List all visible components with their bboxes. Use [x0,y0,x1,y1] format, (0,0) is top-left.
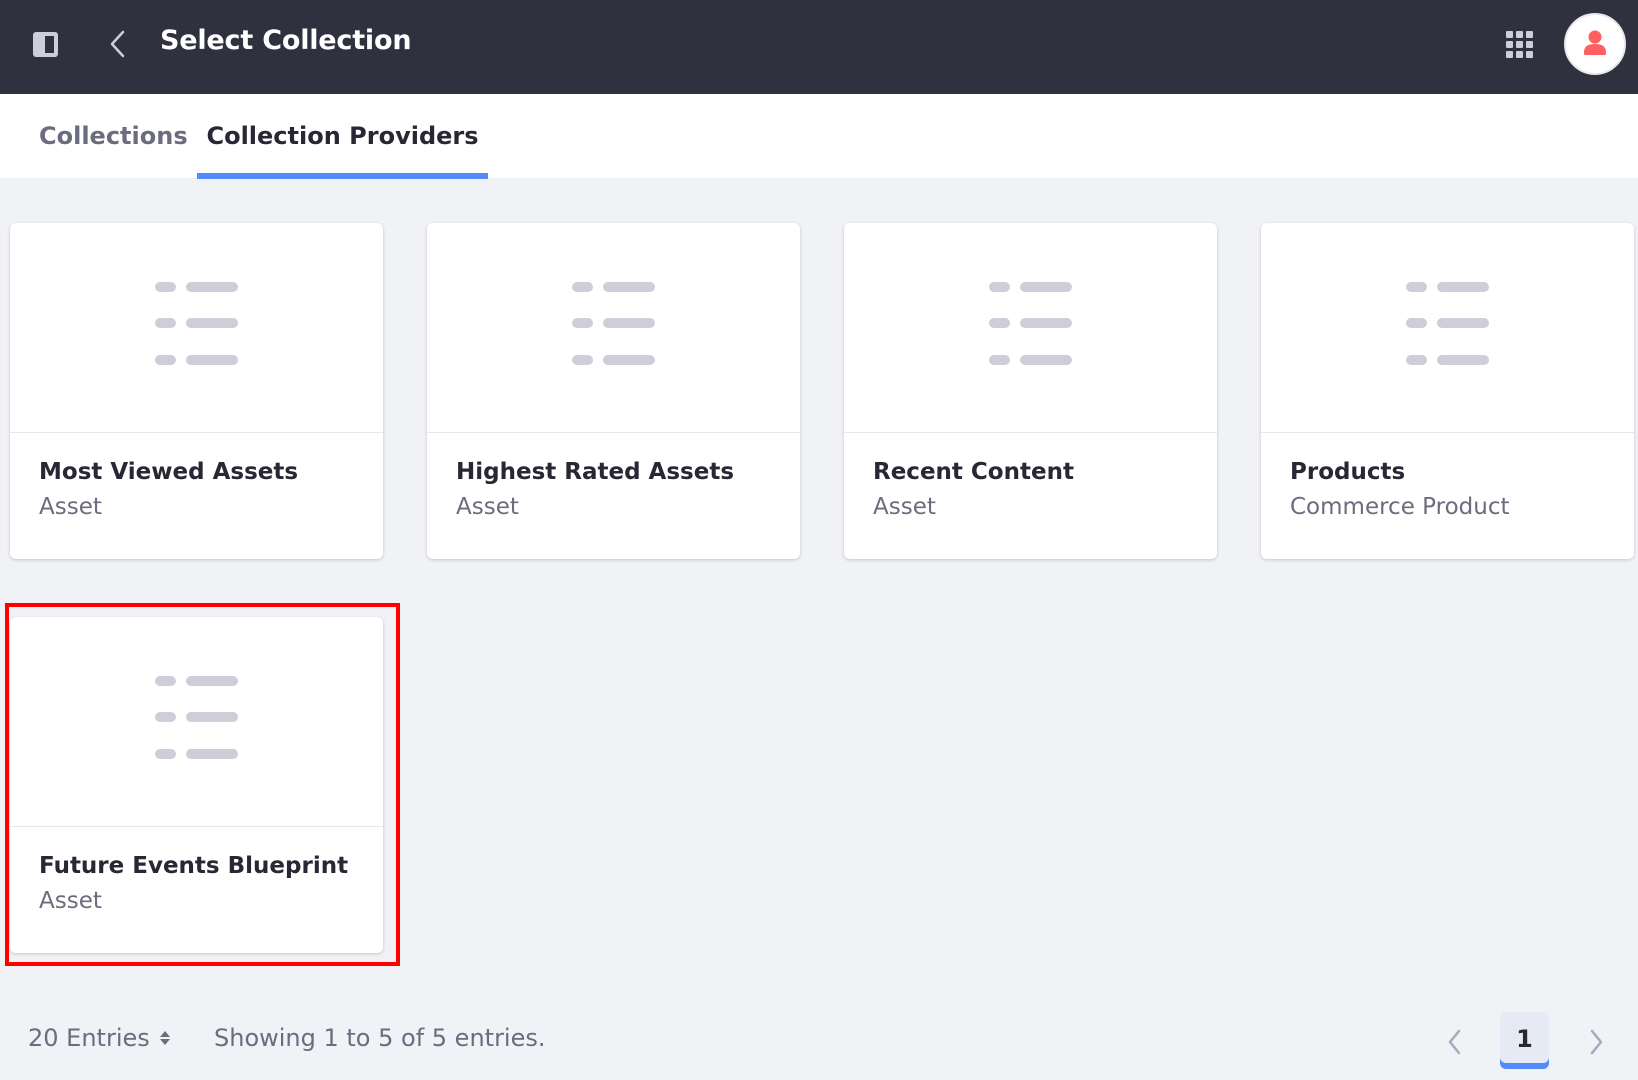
card-title: Highest Rated Assets [456,459,735,485]
card-preview [10,223,383,433]
tab-collection-providers[interactable]: Collection Providers [197,94,488,179]
pagination-bar: 20 Entries Showing 1 to 5 of 5 entries. … [0,1010,1638,1070]
tab-collections[interactable]: Collections [39,94,188,178]
collection-card[interactable]: Recent Content Asset [844,223,1217,559]
previous-page-button[interactable] [1443,1027,1467,1057]
card-subtitle: Asset [39,494,102,520]
card-preview [427,223,800,433]
list-icon [155,282,238,366]
collection-card[interactable]: Products Commerce Product [1261,223,1634,559]
collection-card-future-events[interactable]: Future Events Blueprint Asset [10,617,383,953]
card-preview [1261,223,1634,433]
card-title: Most Viewed Assets [39,459,299,485]
user-icon [1584,30,1606,55]
sort-caret-icon [159,1031,170,1045]
card-preview [844,223,1217,433]
chevron-left-icon [1448,1029,1461,1055]
list-icon [1406,282,1489,366]
card-subtitle: Asset [456,494,519,520]
back-button[interactable] [104,28,132,60]
showing-entries-text: Showing 1 to 5 of 5 entries. [214,1024,546,1052]
entries-per-page-select[interactable]: 20 Entries [28,1024,170,1052]
tab-bar: Collections Collection Providers [0,94,1638,179]
page-1-button[interactable]: 1 [1500,1012,1549,1069]
card-subtitle: Asset [873,494,936,520]
sidebar-toggle-icon[interactable] [33,32,58,57]
list-icon [572,282,655,366]
card-title: Future Events Blueprint [39,853,349,879]
card-title: Products [1290,459,1406,485]
app-header: Select Collection [0,0,1638,94]
entries-label: 20 Entries [28,1024,150,1052]
collection-card[interactable]: Most Viewed Assets Asset [10,223,383,559]
next-page-button[interactable] [1584,1027,1608,1057]
apps-grid-icon[interactable] [1506,31,1533,58]
card-title: Recent Content [873,459,1074,485]
card-preview [10,617,383,827]
chevron-left-icon [110,30,125,58]
card-subtitle: Asset [39,888,102,914]
card-subtitle: Commerce Product [1290,494,1510,520]
list-icon [989,282,1072,366]
page-title: Select Collection [160,25,412,56]
user-avatar[interactable] [1564,13,1626,75]
chevron-right-icon [1590,1029,1603,1055]
collection-card[interactable]: Highest Rated Assets Asset [427,223,800,559]
list-icon [155,676,238,760]
